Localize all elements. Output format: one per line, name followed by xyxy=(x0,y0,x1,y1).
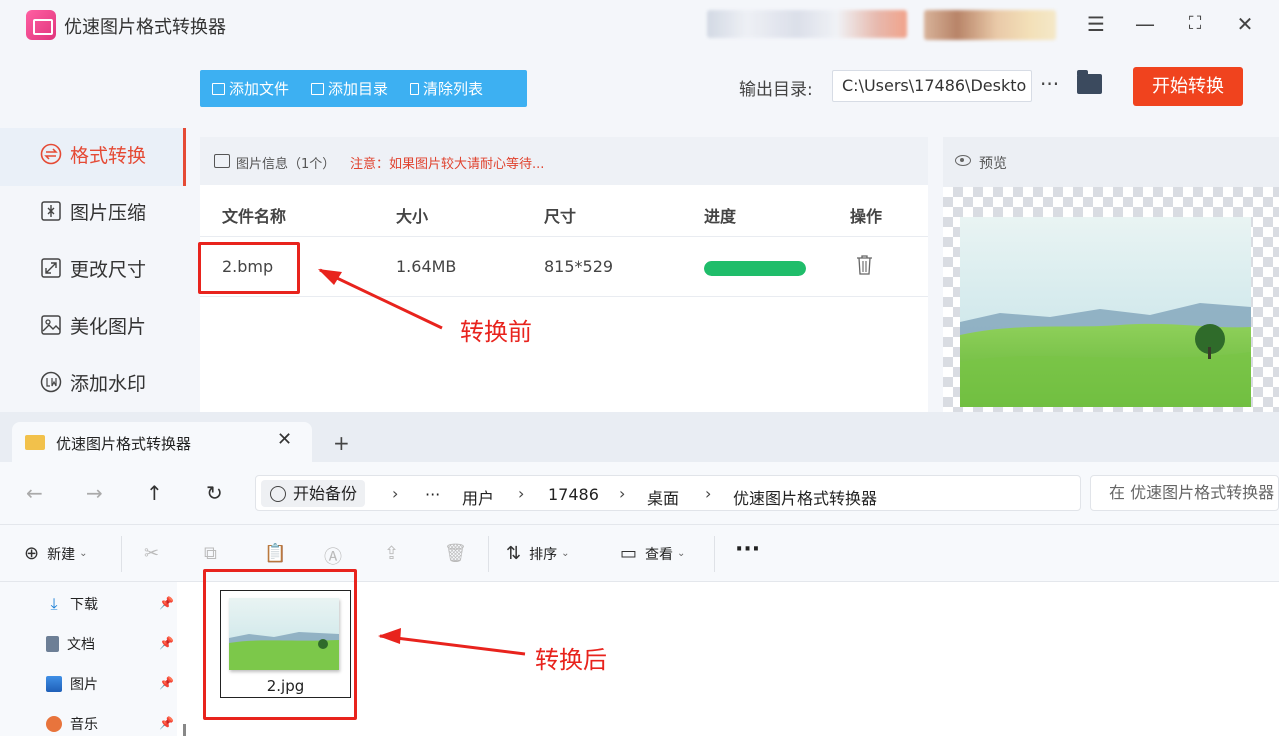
annotation-arrows xyxy=(0,0,1279,736)
before-annotation-label: 转换前 xyxy=(460,312,532,347)
after-annotation-label: 转换后 xyxy=(535,640,607,675)
